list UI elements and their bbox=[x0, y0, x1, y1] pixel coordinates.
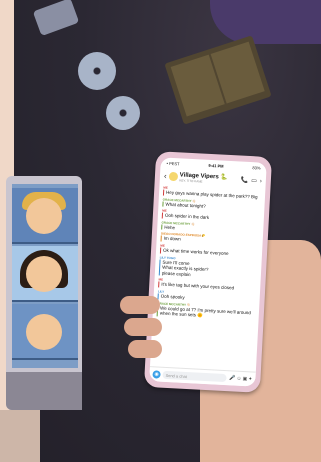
finger bbox=[124, 318, 162, 336]
crumpled-paper bbox=[32, 0, 80, 37]
input-bar: ◉ Send a chat 🎤 ☺ ▣ ✦ bbox=[149, 366, 256, 387]
camera-icon[interactable]: ◉ bbox=[152, 370, 161, 379]
face bbox=[26, 198, 62, 234]
message-list: ME Hey guys wanna play spider at the park… bbox=[152, 184, 265, 324]
rocket-icon[interactable]: ✦ bbox=[248, 376, 253, 382]
laptop-screen bbox=[12, 184, 78, 368]
phone: • PEST 9:41 PM 83% ‹ Village Vipers 🐍 KE… bbox=[143, 151, 273, 393]
cd-disc bbox=[106, 96, 140, 130]
video-tile bbox=[12, 188, 78, 244]
message[interactable]: GRACE MCCARTHY 👋🏻 We could go at 7? I'm p… bbox=[156, 301, 256, 322]
back-icon[interactable]: ‹ bbox=[164, 172, 167, 181]
laptop-keyboard bbox=[6, 372, 82, 410]
phone-screen: • PEST 9:41 PM 83% ‹ Village Vipers 🐍 KE… bbox=[149, 157, 267, 387]
more-icon[interactable]: › bbox=[260, 178, 262, 184]
sticker-icon[interactable]: ▣ bbox=[242, 376, 247, 382]
snake-emoji: 🐍 bbox=[220, 174, 229, 181]
cloth bbox=[210, 0, 321, 44]
open-book bbox=[164, 35, 272, 125]
finger bbox=[128, 340, 162, 358]
video-tile bbox=[12, 246, 78, 302]
chat-input[interactable]: Send a chat bbox=[162, 370, 227, 383]
face bbox=[26, 256, 62, 292]
face bbox=[26, 314, 62, 350]
laptop bbox=[6, 176, 82, 410]
video-tile bbox=[12, 304, 78, 360]
clock: 9:41 PM bbox=[208, 162, 224, 169]
emoji-icon[interactable]: ☺ bbox=[236, 376, 241, 382]
chat-titles[interactable]: Village Vipers 🐍 KEY, TITO KANE bbox=[179, 171, 238, 185]
finger bbox=[120, 296, 160, 314]
cd-disc bbox=[78, 52, 116, 90]
battery: 83% bbox=[252, 164, 261, 171]
video-call-icon[interactable]: ▭ bbox=[251, 177, 257, 184]
group-avatar[interactable] bbox=[168, 171, 178, 182]
call-icon[interactable]: 📞 bbox=[241, 177, 249, 184]
bottom-strip bbox=[0, 410, 40, 462]
mic-icon[interactable]: 🎤 bbox=[229, 375, 236, 381]
carrier: • PEST bbox=[166, 160, 180, 166]
message[interactable]: LILY TOGO Sure I'll come What exactly is … bbox=[158, 255, 258, 281]
